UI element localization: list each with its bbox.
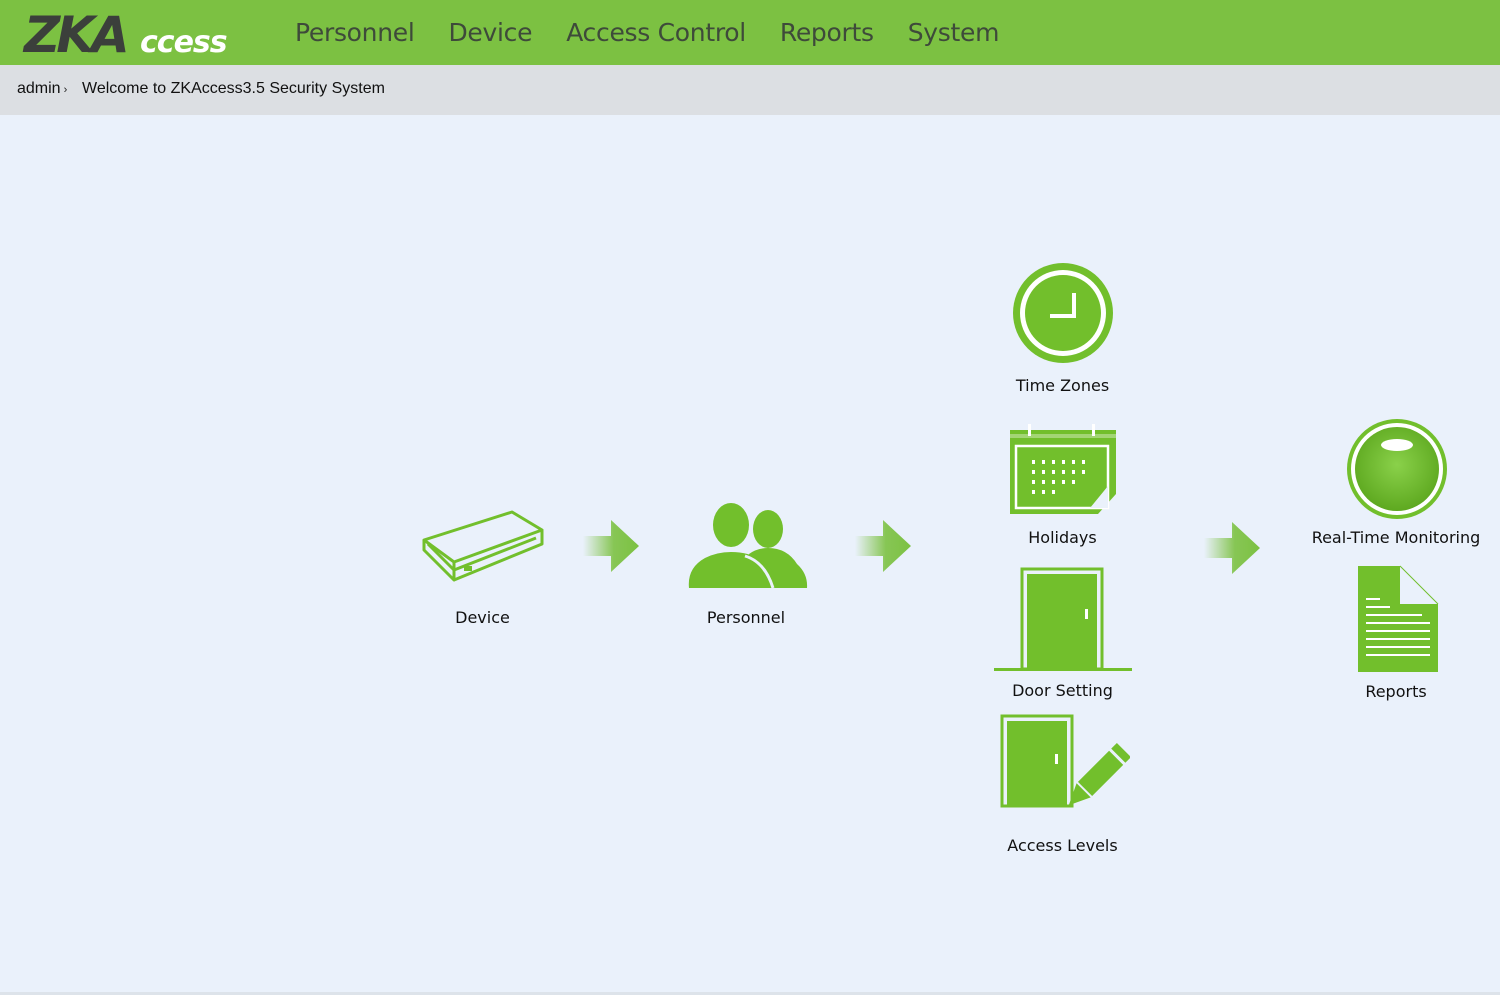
- svg-text:ZKA: ZKA: [22, 6, 126, 58]
- nav-access-control[interactable]: Access Control: [549, 18, 763, 47]
- main-nav: Personnel Device Access Control Reports …: [278, 0, 1016, 65]
- time-zones-tile[interactable]: Time Zones: [990, 258, 1135, 398]
- access-levels-tile[interactable]: Access Levels: [990, 712, 1135, 857]
- door-setting-tile[interactable]: Door Setting: [990, 565, 1135, 700]
- device-icon: [422, 510, 544, 582]
- users-icon: [688, 503, 808, 589]
- document-icon: [1358, 565, 1439, 672]
- door-icon: [994, 567, 1132, 671]
- device-tile[interactable]: Device: [415, 500, 550, 630]
- personnel-label: Personnel: [706, 608, 786, 627]
- arrow-right-icon: [1204, 522, 1260, 574]
- access-levels-label: Access Levels: [1007, 836, 1118, 855]
- current-user[interactable]: admin ›: [17, 80, 67, 98]
- holidays-label: Holidays: [1028, 528, 1097, 547]
- monitor-orb-icon: [1347, 419, 1447, 519]
- clock-icon: [1013, 263, 1113, 363]
- real-time-monitoring-label: Real-Time Monitoring: [1311, 528, 1481, 547]
- welcome-message: Welcome to ZKAccess3.5 Security System: [82, 80, 385, 97]
- arrow-right-icon: [855, 520, 911, 572]
- time-zones-label: Time Zones: [1015, 376, 1110, 395]
- device-label: Device: [455, 608, 510, 627]
- top-bar: ZKA ccess Personnel Device Access Contro…: [0, 0, 1500, 65]
- calendar-icon: [1010, 424, 1116, 514]
- nav-device[interactable]: Device: [431, 18, 549, 47]
- reports-tile[interactable]: Reports: [1330, 562, 1462, 702]
- arrow-right-icon: [583, 520, 639, 572]
- real-time-monitoring-tile[interactable]: Real-Time Monitoring: [1305, 415, 1487, 550]
- zkaccess-logo[interactable]: ZKA ccess: [22, 6, 262, 58]
- holidays-tile[interactable]: Holidays: [990, 420, 1135, 550]
- reports-label: Reports: [1365, 682, 1427, 701]
- personnel-tile[interactable]: Personnel: [680, 500, 812, 630]
- nav-system[interactable]: System: [891, 18, 1016, 47]
- user-name: admin: [17, 80, 61, 97]
- nav-reports[interactable]: Reports: [763, 18, 891, 47]
- nav-personnel[interactable]: Personnel: [278, 18, 431, 47]
- chevron-right-icon: ›: [63, 84, 68, 96]
- door-pencil-icon: [1000, 714, 1130, 808]
- svg-text:ccess: ccess: [140, 25, 227, 58]
- door-setting-label: Door Setting: [1012, 681, 1113, 700]
